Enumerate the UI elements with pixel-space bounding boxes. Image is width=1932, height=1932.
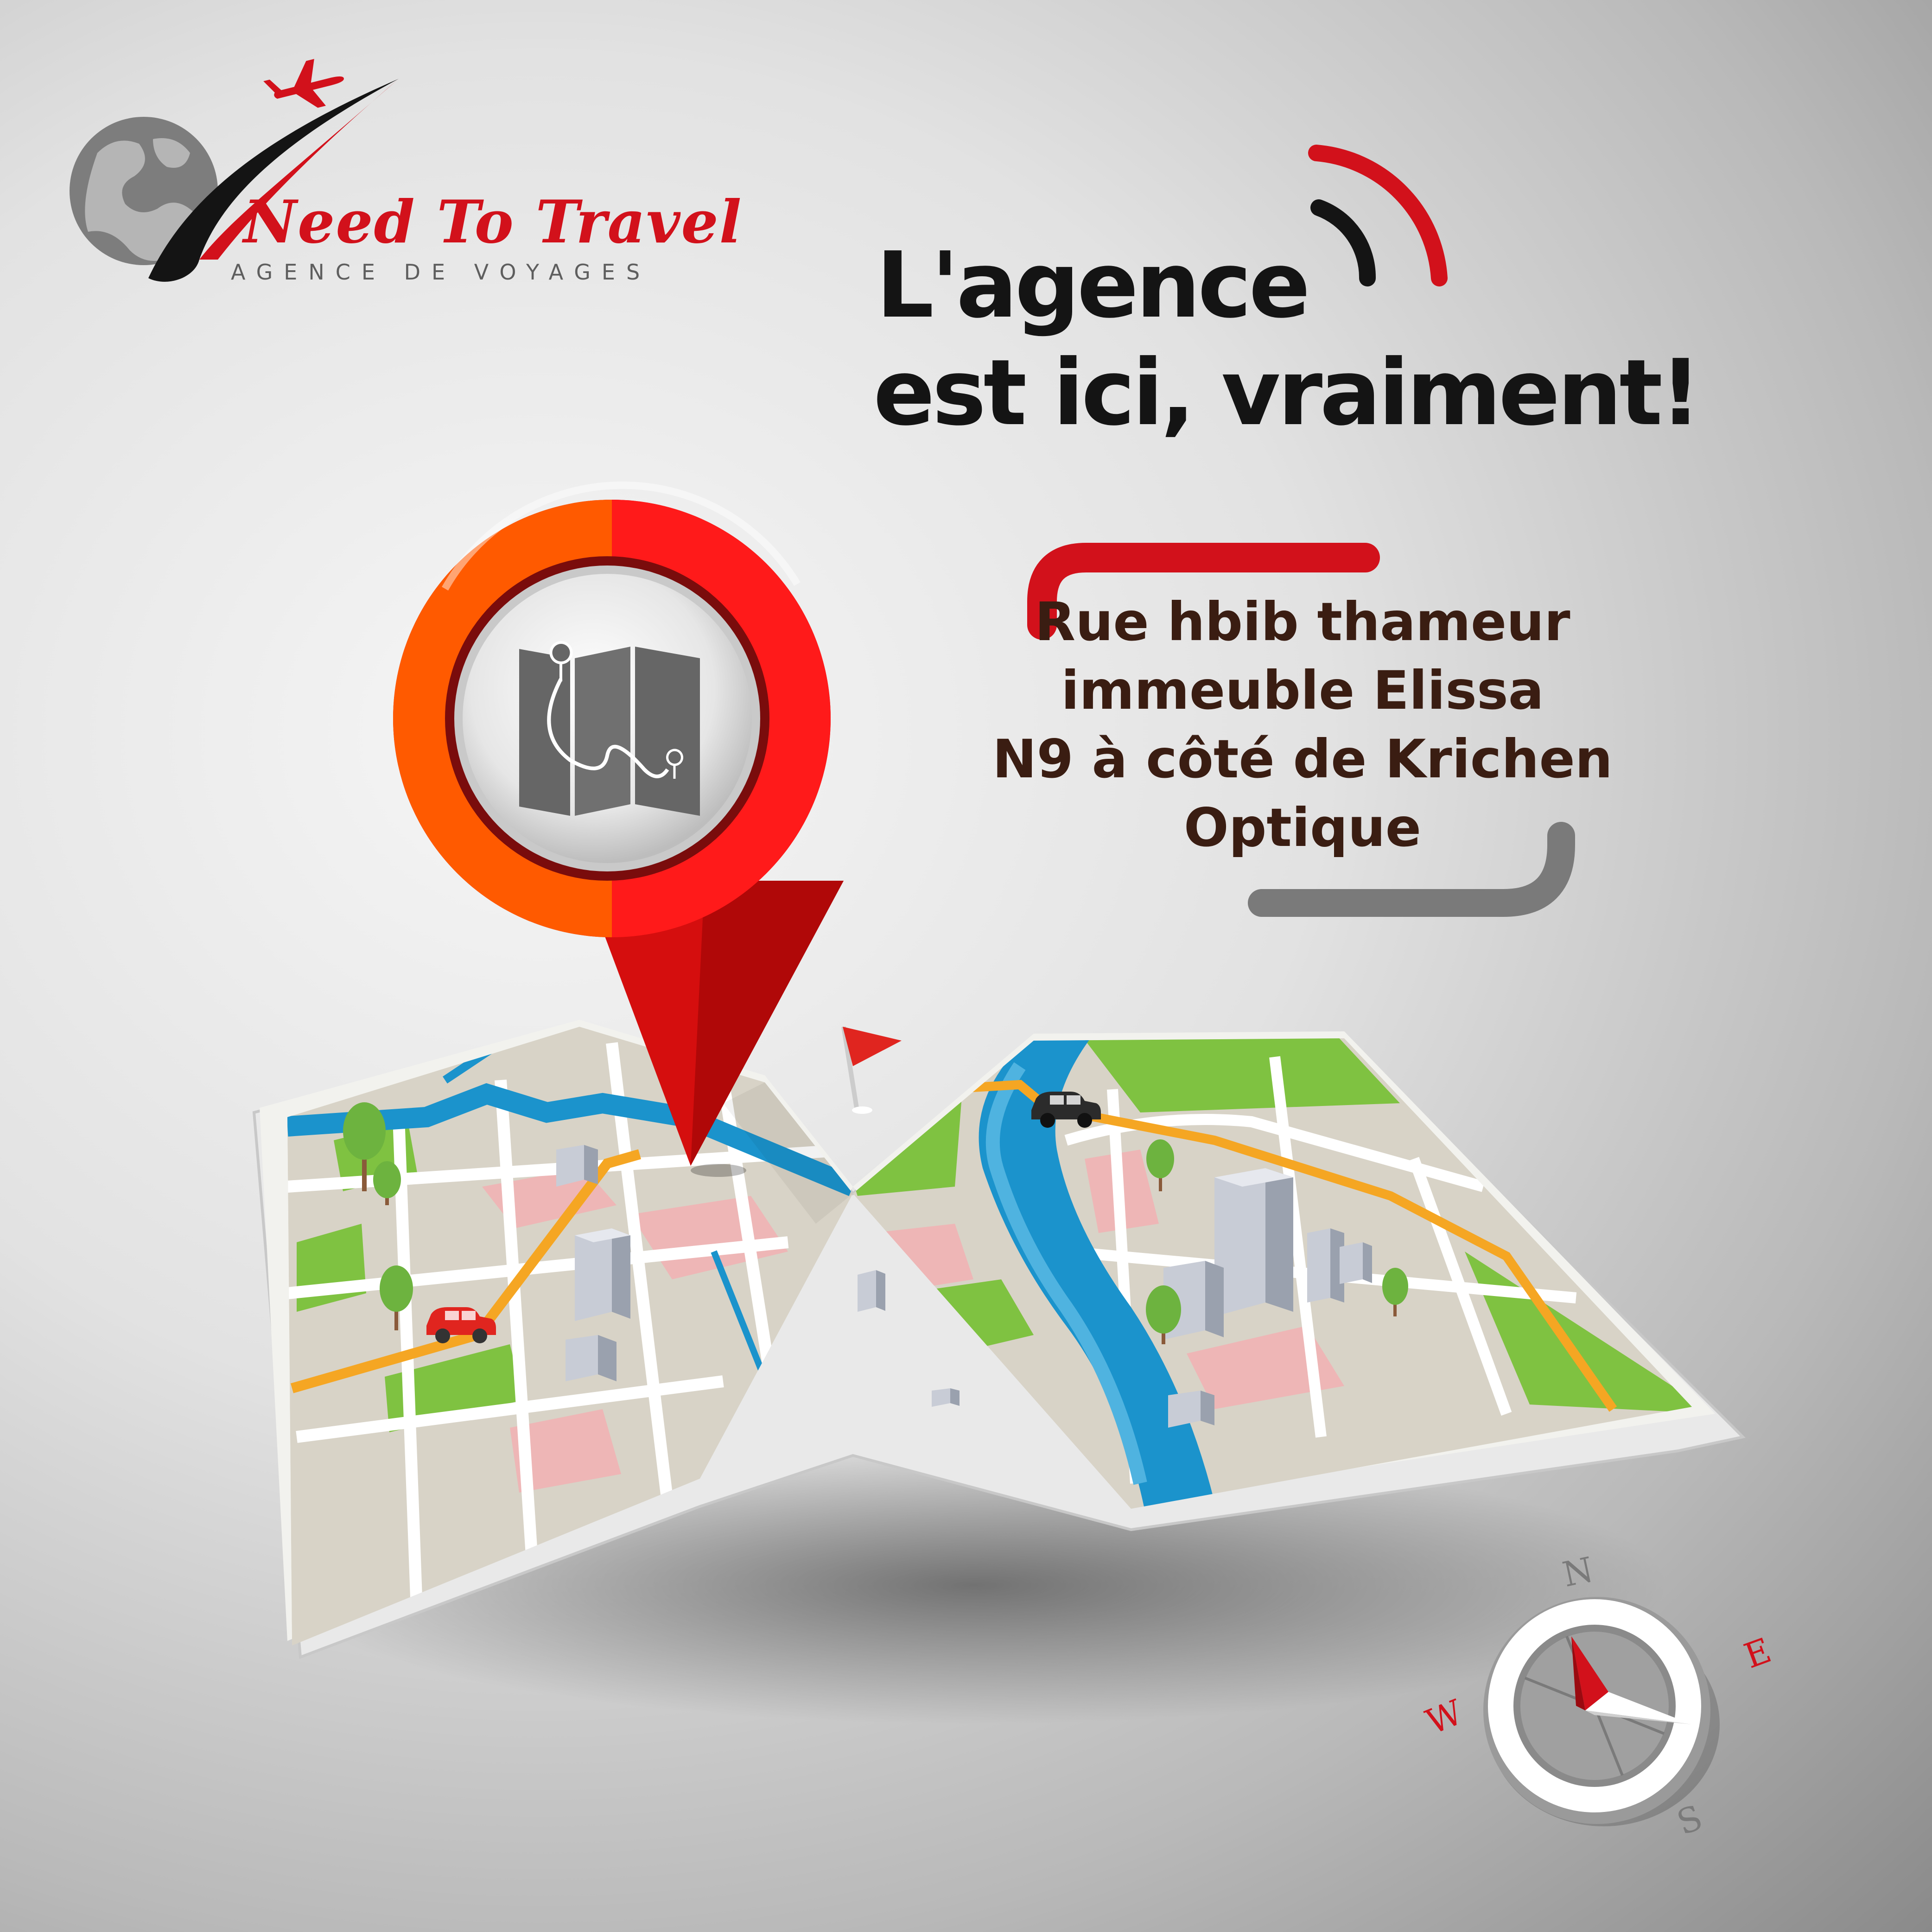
address-line: immeuble Elissa xyxy=(1061,660,1544,721)
building-icon xyxy=(1307,1228,1344,1303)
compass-icon xyxy=(1483,1597,1720,1826)
brand-name: Need To Travel xyxy=(243,188,743,256)
address-line: Optique xyxy=(1183,797,1422,858)
brand-tagline: AGENCE DE VOYAGES xyxy=(231,260,651,285)
building-icon xyxy=(932,1388,960,1407)
building-icon xyxy=(575,1228,630,1321)
building-icon xyxy=(1168,1391,1214,1428)
map-icon xyxy=(519,641,700,816)
building-icon xyxy=(566,1335,616,1381)
building-icon xyxy=(858,1270,885,1312)
address-block: Rue hbib thameur immeuble Elissa N9 à cô… xyxy=(992,588,1613,862)
flag-icon xyxy=(841,1026,902,1114)
address-line: N9 à côté de Krichen xyxy=(992,728,1613,790)
headline: L'agence est ici, vraiment! xyxy=(873,232,1701,447)
building-icon xyxy=(1340,1242,1372,1284)
building-icon xyxy=(1214,1168,1293,1316)
headline-line-2: est ici, vraiment! xyxy=(873,340,1701,446)
building-icon xyxy=(556,1145,598,1187)
address-line: Rue hbib thameur xyxy=(1035,591,1570,653)
headline-line-1: L'agence xyxy=(876,233,1310,338)
